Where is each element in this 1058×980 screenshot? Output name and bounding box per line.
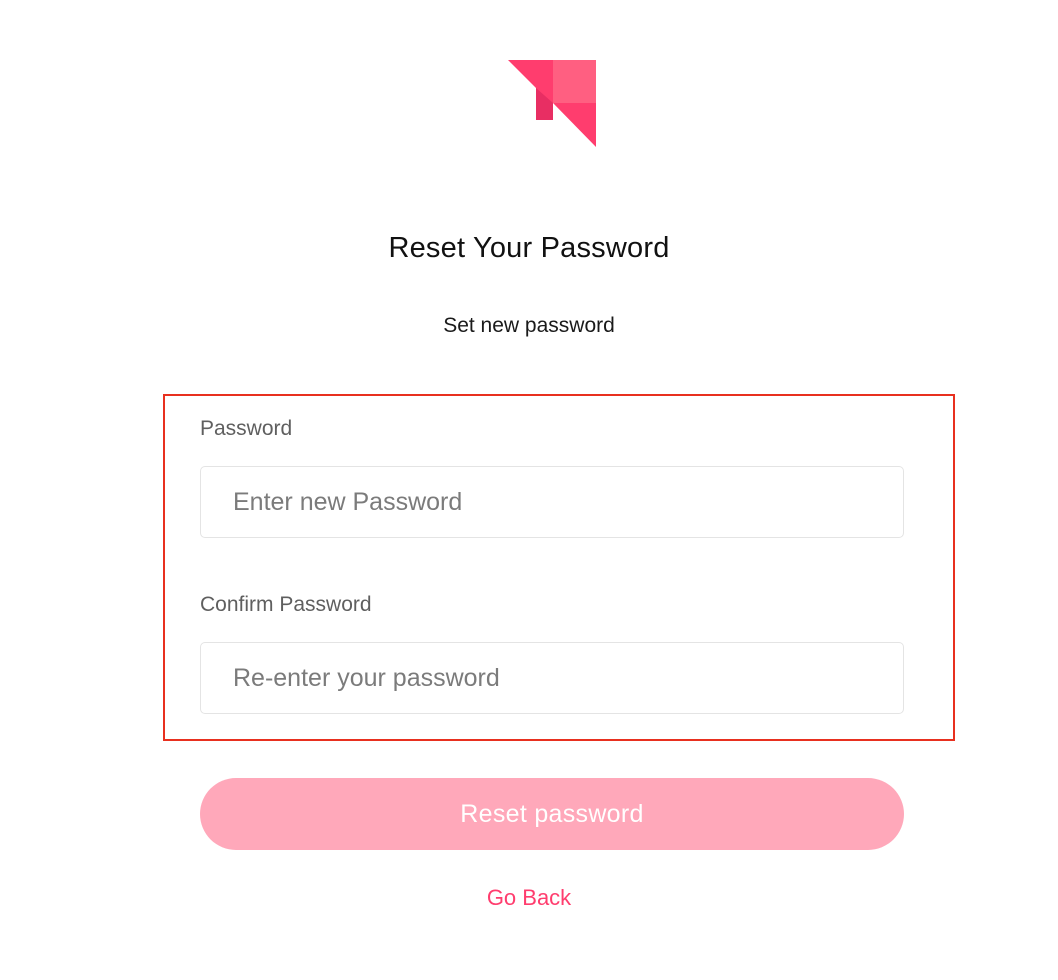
- logo-top-square: [553, 60, 596, 103]
- password-field[interactable]: [200, 466, 904, 538]
- confirm-password-label: Confirm Password: [200, 593, 372, 616]
- reset-password-button[interactable]: Reset password: [200, 778, 904, 850]
- page-subtitle: Set new password: [443, 314, 615, 337]
- reset-password-page: Reset Your Password Set new password Pas…: [0, 0, 1058, 980]
- password-label: Password: [200, 417, 293, 440]
- page-title: Reset Your Password: [388, 232, 670, 264]
- confirm-password-field[interactable]: [200, 642, 904, 714]
- brand-logo-icon: [508, 60, 596, 147]
- go-back-link[interactable]: Go Back: [0, 885, 1058, 911]
